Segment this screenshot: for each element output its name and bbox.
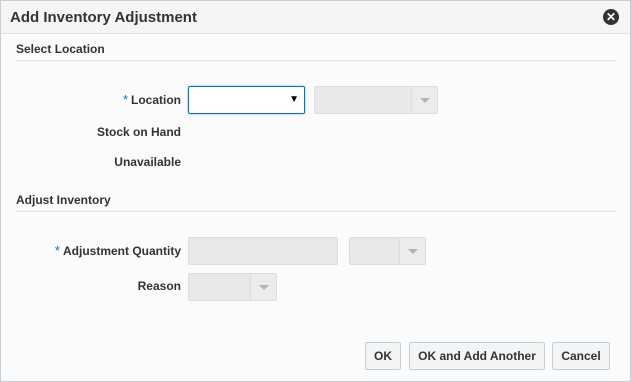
- chevron-down-icon: [408, 249, 418, 254]
- required-indicator: *: [54, 243, 60, 258]
- reason-select: [188, 273, 277, 301]
- dropdown-button: [250, 274, 276, 300]
- adjustment-quantity-label-group: * Adjustment Quantity: [31, 243, 181, 258]
- required-indicator: *: [122, 92, 128, 107]
- reason-label: Reason: [137, 279, 181, 293]
- location-label-group: * Location: [61, 92, 181, 107]
- dropdown-button: [399, 238, 425, 264]
- adjustment-quantity-label: Adjustment Quantity: [62, 244, 181, 258]
- chevron-down-icon: ▼: [289, 94, 299, 105]
- dialog-title: Add Inventory Adjustment: [10, 9, 197, 26]
- adjustment-quantity-input: [188, 237, 338, 265]
- section-divider: [16, 211, 616, 212]
- quantity-uom-select: [349, 237, 426, 265]
- ok-and-add-another-button[interactable]: OK and Add Another: [409, 342, 545, 370]
- location-select[interactable]: ▼: [188, 86, 305, 114]
- add-inventory-adjustment-dialog: Add Inventory Adjustment ✕ Select Locati…: [0, 0, 631, 382]
- select-location-heading: Select Location: [16, 42, 105, 56]
- section-divider: [16, 60, 616, 61]
- stock-on-hand-label: Stock on Hand: [96, 125, 181, 139]
- dialog-titlebar: Add Inventory Adjustment ✕: [1, 1, 630, 34]
- cancel-button[interactable]: Cancel: [552, 342, 610, 370]
- close-icon[interactable]: ✕: [603, 9, 619, 25]
- adjust-inventory-heading: Adjust Inventory: [16, 193, 111, 207]
- chevron-down-icon: [420, 98, 430, 103]
- location-secondary-select: [314, 86, 438, 114]
- dropdown-button: [411, 87, 437, 113]
- unavailable-label: Unavailable: [114, 155, 181, 169]
- location-label: Location: [131, 93, 181, 107]
- chevron-down-icon: [259, 285, 269, 290]
- ok-button[interactable]: OK: [365, 342, 401, 370]
